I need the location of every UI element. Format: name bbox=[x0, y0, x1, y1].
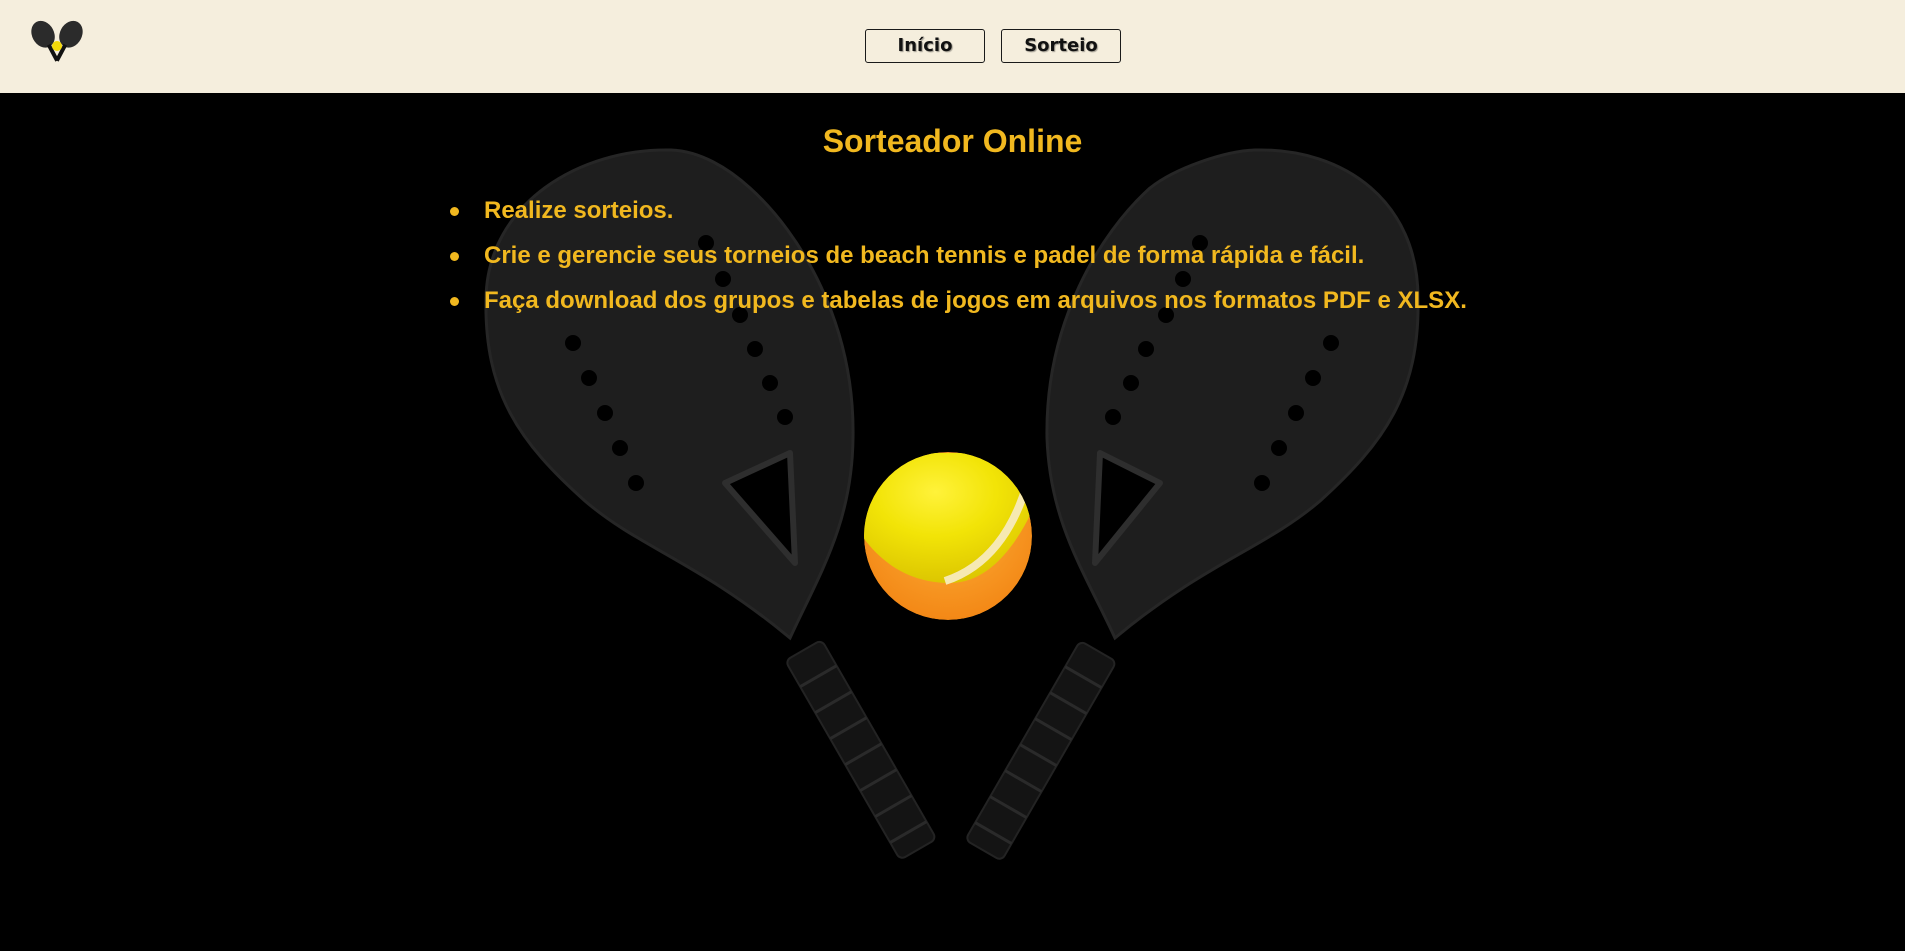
tennis-ball-icon bbox=[864, 452, 1032, 620]
feature-list: Realize sorteios. Crie e gerencie seus t… bbox=[448, 193, 1467, 328]
bullet-icon bbox=[450, 297, 459, 306]
list-item-text: Realize sorteios. bbox=[484, 197, 674, 224]
list-item: Crie e gerencie seus torneios de beach t… bbox=[448, 238, 1467, 283]
list-item-text: Faça download dos grupos e tabelas de jo… bbox=[484, 287, 1467, 314]
list-item: Realize sorteios. bbox=[448, 193, 1467, 238]
crossed-rackets-logo-icon[interactable] bbox=[24, 18, 90, 72]
nav-button-sorteio[interactable]: Sorteio bbox=[1001, 29, 1121, 63]
page-title: Sorteador Online bbox=[822, 123, 1083, 159]
header: Início Sorteio bbox=[0, 0, 1905, 93]
list-item: Faça download dos grupos e tabelas de jo… bbox=[448, 283, 1467, 328]
bullet-icon bbox=[450, 207, 459, 216]
bullet-icon bbox=[450, 252, 459, 261]
main-content: Sorteador Online Realize sorteios. Crie … bbox=[0, 93, 1905, 951]
nav-button-inicio[interactable]: Início bbox=[865, 29, 985, 63]
list-item-text: Crie e gerencie seus torneios de beach t… bbox=[484, 242, 1365, 269]
